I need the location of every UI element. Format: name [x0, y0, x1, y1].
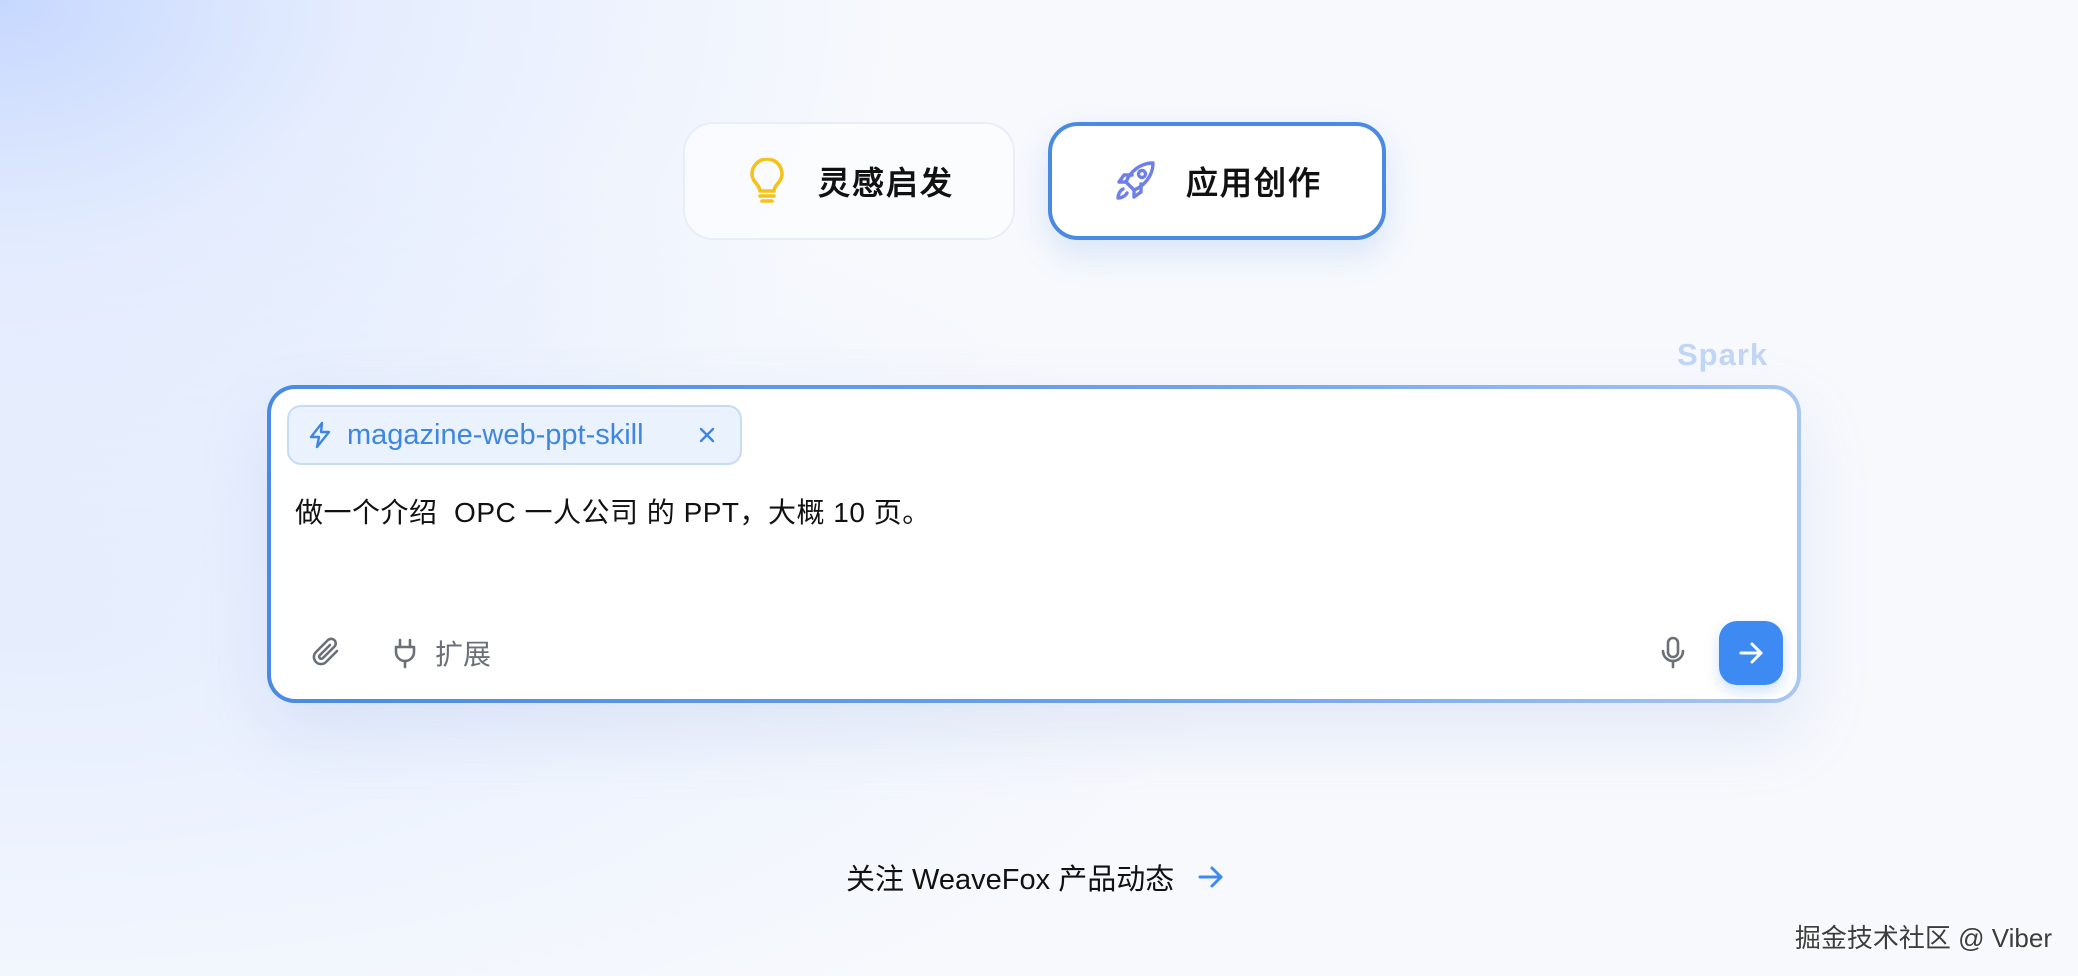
arrow-right-icon: [1196, 862, 1226, 892]
arrow-right-icon: [1737, 639, 1765, 667]
tab-app-create[interactable]: 应用创作: [1048, 122, 1386, 240]
tab-inspiration-label: 灵感启发: [817, 165, 954, 201]
bolt-icon: [305, 420, 335, 450]
watermark: 掘金技术社区 @ Viber: [1794, 923, 2052, 953]
microphone-icon[interactable]: [1653, 633, 1693, 673]
paperclip-icon[interactable]: [307, 633, 347, 673]
send-button[interactable]: [1719, 621, 1783, 685]
tab-inspiration[interactable]: 灵感启发: [683, 122, 1015, 240]
plug-icon: [389, 637, 421, 669]
rocket-icon: [1112, 158, 1158, 204]
spark-label: Spark: [1677, 337, 1769, 372]
follow-updates-label: 关注 WeaveFox 产品动态: [846, 864, 1175, 896]
tab-app-create-label: 应用创作: [1185, 165, 1322, 201]
skill-chip-label: magazine-web-ppt-skill: [347, 418, 644, 451]
extension-button[interactable]: 扩展: [389, 629, 491, 677]
skill-chip[interactable]: magazine-web-ppt-skill: [287, 405, 742, 465]
prompt-input-card[interactable]: magazine-web-ppt-skill 做一个介绍 OPC 一人公司 的 …: [267, 385, 1801, 703]
follow-updates-link[interactable]: 关注 WeaveFox 产品动态: [846, 856, 1226, 898]
lightbulb-icon: [744, 158, 790, 204]
prompt-input[interactable]: 做一个介绍 OPC 一人公司 的 PPT，大概 10 页。: [295, 491, 931, 531]
extension-label: 扩展: [435, 639, 492, 670]
close-icon[interactable]: [692, 420, 722, 450]
